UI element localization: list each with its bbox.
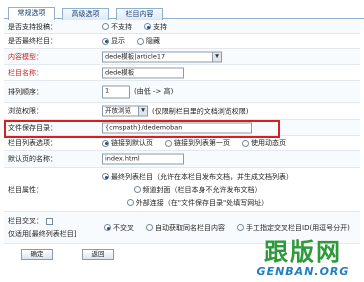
order-label: 排列顺序： bbox=[8, 87, 43, 96]
row-default-page: 默认页的名称： index.html bbox=[4, 151, 360, 168]
option-label: 显示 bbox=[111, 37, 125, 45]
option-label: 不支持 bbox=[111, 22, 132, 31]
radio-default-page[interactable] bbox=[102, 139, 109, 147]
watermark-cn: 跟版网 bbox=[264, 237, 342, 266]
radio-submit-yes[interactable] bbox=[144, 23, 151, 30]
option-label: 频道封面（栏目本身不允许发布文档） bbox=[142, 185, 262, 194]
option-label: 支持 bbox=[153, 22, 167, 31]
radio-final-hide[interactable] bbox=[137, 37, 144, 45]
order-input[interactable]: 1 bbox=[102, 85, 130, 98]
name-label: 栏目名称： bbox=[8, 68, 43, 77]
option-label: 不交叉 bbox=[113, 223, 134, 232]
radio-external-link[interactable] bbox=[126, 199, 134, 206]
back-button[interactable]: 返回 bbox=[82, 249, 114, 260]
watermark: 跟版网 GENBAN.ORG bbox=[248, 237, 358, 279]
radio-auto-cross[interactable] bbox=[146, 224, 153, 231]
chevron-down-icon: ▼ bbox=[138, 106, 147, 116]
list-option-label: 栏目列表选项： bbox=[8, 139, 57, 147]
option-label: 外部连接（在"文件保存目录"处填写网址） bbox=[135, 198, 269, 207]
option-label: 链接到列表第一页 bbox=[174, 139, 230, 147]
order-hint: (由低 -> 高) bbox=[134, 87, 174, 96]
tab-advanced[interactable]: 高级选项 bbox=[62, 8, 109, 20]
radio-submit-no[interactable] bbox=[102, 23, 109, 30]
option-label: 隐藏 bbox=[146, 37, 160, 45]
submit-label: 是否支持投稿： bbox=[8, 22, 57, 31]
tab-content[interactable]: 栏目内容 bbox=[116, 8, 163, 20]
option-label: 链接到默认页 bbox=[111, 139, 153, 147]
option-label: 最终列表栏目（允许在本栏目发布文档，并生成文档列表） bbox=[111, 172, 293, 181]
option-label: 手工指定交叉栏目ID(用逗号分开) bbox=[246, 223, 350, 232]
radio-no-cross[interactable] bbox=[104, 224, 111, 231]
chevron-down-icon: ▼ bbox=[212, 52, 221, 61]
row-name: 栏目名称： dede模板 bbox=[4, 65, 360, 81]
radio-final-show[interactable] bbox=[102, 37, 109, 45]
attributes-label: 栏目属性： bbox=[8, 185, 43, 194]
default-page-label: 默认页的名称： bbox=[8, 155, 57, 163]
row-order: 排列顺序： 1 (由低 -> 高) bbox=[4, 81, 360, 103]
tab-general[interactable]: 常规选项 bbox=[8, 7, 55, 20]
row-submit: 是否支持投稿： 不支持 支持 bbox=[4, 20, 360, 34]
permission-value: 开放浏览 bbox=[105, 106, 131, 115]
help-icon[interactable] bbox=[46, 217, 53, 225]
highlight-box bbox=[4, 120, 280, 138]
permission-select[interactable]: 开放浏览 ▼ bbox=[102, 105, 148, 117]
cross-label-group: 栏目交叉： 仅适用[最终列表栏目] bbox=[8, 216, 76, 239]
default-page-input[interactable]: index.html bbox=[102, 153, 184, 165]
cross-label: 栏目交叉： bbox=[8, 217, 43, 225]
radio-final-list[interactable] bbox=[102, 173, 109, 180]
radio-manual-cross[interactable] bbox=[237, 224, 244, 231]
permission-label: 浏览权限： bbox=[8, 107, 43, 115]
row-final: 是否最终栏目： 显示 隐藏 bbox=[4, 34, 360, 49]
permission-hint: (仅限制栏目里的文档浏览权限) bbox=[152, 107, 249, 115]
model-label: 内容模型： bbox=[8, 52, 43, 61]
option-label: 自动获取同名栏目内容 bbox=[155, 223, 225, 232]
ok-button[interactable]: 确定 bbox=[21, 249, 53, 260]
model-select[interactable]: dede模板|article17 ▼ bbox=[102, 51, 222, 62]
watermark-en: GENBAN.ORG bbox=[256, 265, 350, 278]
model-value: dede模板|article17 bbox=[105, 52, 166, 60]
final-label: 是否最终栏目： bbox=[8, 37, 57, 45]
radio-dynamic-page[interactable] bbox=[242, 139, 249, 147]
row-attributes: 栏目属性： 最终列表栏目（允许在本栏目发布文档，并生成文档列表） 频道封面（栏目… bbox=[4, 168, 360, 212]
name-input[interactable]: dede模板 bbox=[102, 67, 184, 78]
radio-channel-cover[interactable] bbox=[133, 186, 141, 193]
option-label: 使用动态页 bbox=[251, 139, 286, 147]
row-model: 内容模型： dede模板|article17 ▼ bbox=[4, 49, 360, 65]
tab-bar: 常规选项 高级选项 栏目内容 bbox=[4, 2, 364, 20]
row-list-option: 栏目列表选项： 链接到默认页 链接到列表第一页 使用动态页 bbox=[4, 136, 360, 151]
row-permission: 浏览权限： 开放浏览 ▼ (仅限制栏目里的文档浏览权限) bbox=[4, 103, 360, 120]
radio-first-page[interactable] bbox=[165, 139, 172, 147]
cross-note: 仅适用[最终列表栏目] bbox=[8, 230, 77, 238]
